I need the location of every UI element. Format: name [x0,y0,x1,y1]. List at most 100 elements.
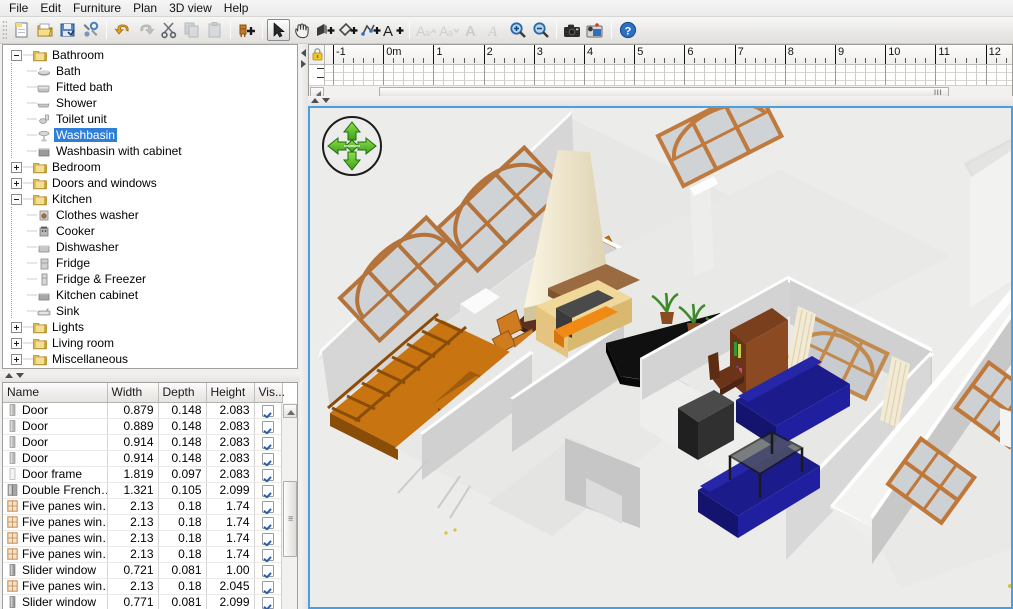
splitter-down-icon[interactable] [322,98,330,103]
visible-checkbox[interactable] [262,565,274,577]
catalog-node-sink[interactable]: Sink [5,303,297,319]
catalog-node-lights[interactable]: Lights [5,319,297,335]
table-row[interactable]: Slider window0.7710.0812.099 [3,594,282,609]
collapse-icon[interactable] [11,50,22,61]
expand-icon[interactable] [11,354,22,365]
catalog-node-bathroom[interactable]: Bathroom [5,47,297,63]
table-row[interactable]: Five panes win…2.130.181.74 [3,498,282,514]
cell-visible[interactable] [254,514,282,530]
cell-visible[interactable] [254,402,282,418]
expand-icon[interactable] [11,322,22,333]
photo-camera-icon[interactable] [561,19,584,41]
splitter-collapse-left-icon[interactable] [301,49,306,57]
catalog-node-miscellaneous[interactable]: Miscellaneous [5,351,297,367]
visible-checkbox[interactable] [262,453,274,465]
visible-checkbox[interactable] [262,581,274,593]
cell-visible[interactable] [254,434,282,450]
menu-furniture[interactable]: Furniture [67,0,127,17]
undo-icon[interactable] [111,19,134,41]
furniture-list-scrollbar[interactable] [281,403,297,609]
catalog-node-washbasin-with-cabinet[interactable]: Washbasin with cabinet [5,143,297,159]
plan-view[interactable]: -10m123456789101112 [308,44,1013,102]
zoom-in-icon[interactable] [506,19,529,41]
menu-help[interactable]: Help [218,0,255,17]
catalog-node-fridge[interactable]: Fridge [5,255,297,271]
splitter-up-icon[interactable] [311,98,319,103]
catalog-node-washbasin[interactable]: Washbasin [5,127,297,143]
visible-checkbox[interactable] [262,421,274,433]
expand-icon[interactable] [11,338,22,349]
new-home-icon[interactable] [10,19,33,41]
preferences-icon[interactable] [79,19,102,41]
catalog-list-splitter[interactable] [0,372,300,382]
create-polylines-icon[interactable] [359,19,382,41]
add-furniture-icon[interactable] [235,19,258,41]
plan-grid[interactable] [325,65,1012,87]
3d-scene[interactable] [310,108,1013,609]
visible-checkbox[interactable] [262,597,274,609]
pan-hand-icon[interactable] [290,19,313,41]
cell-visible[interactable] [254,530,282,546]
table-row[interactable]: Door0.9140.1482.083 [3,434,282,450]
plan-3dview-splitter[interactable] [308,96,1013,106]
catalog-node-toilet-unit[interactable]: Toilet unit [5,111,297,127]
padlock-icon[interactable] [312,48,323,64]
cell-visible[interactable] [254,562,282,578]
visible-checkbox[interactable] [262,549,274,561]
furniture-table[interactable]: Name Width Depth Height Vis... Door0.879… [3,383,283,609]
cell-visible[interactable] [254,466,282,482]
catalog-node-cooker[interactable]: Cooker [5,223,297,239]
toolbar-drag-grip[interactable] [2,20,7,40]
catalog-plan-splitter[interactable] [300,44,308,609]
catalog-node-shower[interactable]: Shower [5,95,297,111]
catalog-node-clothes-washer[interactable]: Clothes washer [5,207,297,223]
catalog-node-dishwasher[interactable]: Dishwasher [5,239,297,255]
cell-visible[interactable] [254,546,282,562]
table-row[interactable]: Slider window0.7210.0811.00 [3,562,282,578]
visible-checkbox[interactable] [262,469,274,481]
catalog-node-doors-and-windows[interactable]: Doors and windows [5,175,297,191]
collapse-icon[interactable] [11,194,22,205]
catalog-node-fitted-bath[interactable]: Fitted bath [5,79,297,95]
table-row[interactable]: Five panes win…2.130.181.74 [3,546,282,562]
help-icon[interactable]: ? [616,19,639,41]
cell-visible[interactable] [254,450,282,466]
table-row[interactable]: Five panes win…2.130.181.74 [3,530,282,546]
expand-icon[interactable] [11,178,22,189]
visible-checkbox[interactable] [262,405,274,417]
menu-3d-view[interactable]: 3D view [163,0,218,17]
menu-file[interactable]: File [3,0,34,17]
catalog-node-kitchen[interactable]: Kitchen [5,191,297,207]
column-header-visible[interactable]: Vis... [254,383,282,402]
cell-visible[interactable] [254,482,282,498]
scroll-up-button[interactable] [283,404,297,418]
add-text-icon[interactable]: A [382,19,405,41]
scrollbar-thumb[interactable] [283,481,297,557]
visible-checkbox[interactable] [262,517,274,529]
create-walls-icon[interactable] [313,19,336,41]
catalog-node-living-room[interactable]: Living room [5,335,297,351]
select-arrow-icon[interactable] [267,19,290,41]
cell-visible[interactable] [254,594,282,609]
save-icon[interactable] [56,19,79,41]
table-row[interactable]: Door0.8890.1482.083 [3,418,282,434]
column-header-depth[interactable]: Depth [158,383,206,402]
splitter-collapse-right-icon[interactable] [301,60,306,68]
expand-icon[interactable] [11,162,22,173]
column-header-height[interactable]: Height [206,383,254,402]
create-rooms-icon[interactable] [336,19,359,41]
visible-checkbox[interactable] [262,501,274,513]
furniture-list-panel[interactable]: Name Width Depth Height Vis... Door0.879… [2,382,298,609]
menu-plan[interactable]: Plan [127,0,163,17]
catalog-node-bedroom[interactable]: Bedroom [5,159,297,175]
visible-checkbox[interactable] [262,437,274,449]
cell-visible[interactable] [254,418,282,434]
catalog-node-kitchen-cabinet[interactable]: Kitchen cabinet [5,287,297,303]
cell-visible[interactable] [254,578,282,594]
table-row[interactable]: Door0.9140.1482.083 [3,450,282,466]
column-header-name[interactable]: Name [3,383,107,402]
table-row[interactable]: Five panes win…2.130.182.045 [3,578,282,594]
table-row[interactable]: Five panes win…2.130.181.74 [3,514,282,530]
splitter-collapse-down-icon[interactable] [16,373,24,378]
compass-navigation-widget[interactable] [322,116,382,176]
